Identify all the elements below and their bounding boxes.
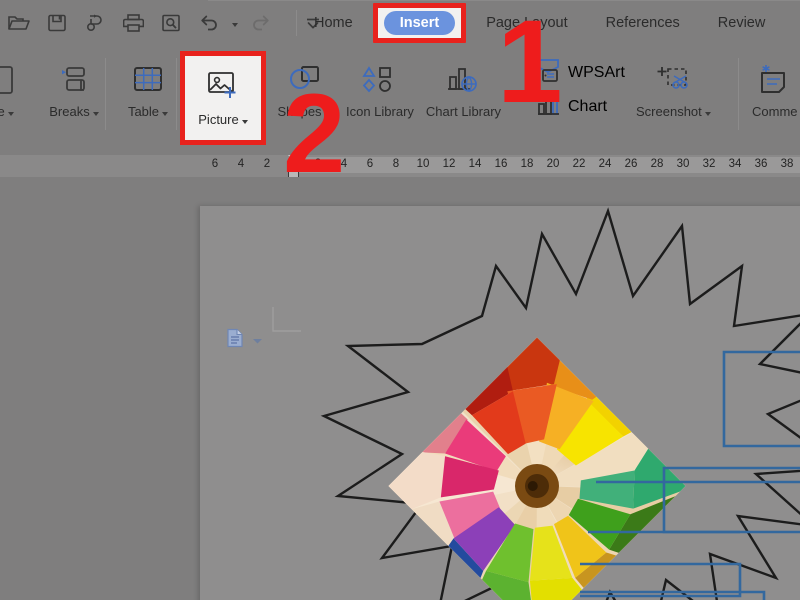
ribbon-group-screenshot: Screenshot — [630, 50, 717, 142]
redo-icon — [242, 6, 280, 40]
ruler-tick: 26 — [625, 158, 638, 170]
wps-writer-window: Home Insert Page Layout References Revie… — [0, 0, 800, 600]
chart-library-icon — [442, 58, 484, 102]
ribbon-button-screenshot[interactable]: Screenshot — [630, 50, 717, 140]
ruler-tick: 22 — [573, 158, 586, 170]
document-page[interactable] — [200, 206, 800, 600]
table-icon — [130, 58, 166, 102]
ribbon-button-comment-label: Comme — [752, 104, 798, 119]
ribbon: ge Breaks — [0, 46, 800, 147]
ruler-tick: 18 — [521, 158, 534, 170]
picture-icon — [203, 69, 243, 108]
chevron-down-icon[interactable] — [162, 112, 168, 116]
quick-access-divider — [296, 10, 297, 36]
tab-insert-label: Insert — [400, 15, 440, 31]
chevron-down-icon[interactable] — [93, 112, 99, 116]
icon-library-icon — [359, 58, 401, 102]
ribbon-button-chart-label: Chart — [568, 98, 607, 116]
ribbon-button-page-label: ge — [0, 104, 14, 119]
ribbon-group-divider-3 — [738, 58, 739, 130]
ribbon-button-wpsart-label: WPSArt — [568, 64, 625, 82]
ribbon-button-picture-label: Picture — [198, 112, 247, 127]
ribbon-button-breaks[interactable]: Breaks — [38, 50, 110, 140]
ruler-tick: 12 — [443, 158, 456, 170]
ruler-tick: 6 — [212, 158, 218, 170]
tab-home-label: Home — [314, 15, 353, 31]
ruler-tick: 28 — [651, 158, 664, 170]
blue-rectangle-shapes[interactable] — [580, 326, 800, 600]
ruler-tick: 10 — [417, 158, 430, 170]
ribbon-button-page[interactable]: ge — [0, 50, 38, 140]
ribbon-button-chart-library[interactable]: Chart Library — [420, 50, 507, 140]
save-icon[interactable] — [38, 6, 76, 40]
ruler-tick: 8 — [393, 158, 399, 170]
tab-home[interactable]: Home — [300, 0, 367, 46]
ribbon-group-divider-2 — [176, 58, 177, 130]
ruler-tick: 6 — [367, 158, 373, 170]
ruler-tick: 32 — [703, 158, 716, 170]
ribbon-group-divider-1 — [105, 58, 106, 130]
ruler-tick: 4 — [238, 158, 244, 170]
print-preview-icon[interactable] — [152, 6, 190, 40]
ruler-tick: 20 — [547, 158, 560, 170]
ruler-tick: 2 — [264, 158, 270, 170]
quick-access-toolbar — [0, 6, 332, 40]
tab-insert-highlight: Insert — [373, 3, 467, 43]
paste-document-icon — [226, 328, 245, 353]
comment-icon — [754, 58, 796, 102]
paste-options-chevron-icon[interactable] — [252, 332, 263, 350]
ruler-tick: 30 — [677, 158, 690, 170]
ribbon-button-table-label: Table — [128, 104, 168, 119]
page-icon — [0, 58, 19, 102]
ruler-tick: 14 — [469, 158, 482, 170]
blue-rectangles-outline — [580, 326, 800, 600]
tab-references[interactable]: References — [582, 0, 694, 46]
ruler-tick: 36 — [755, 158, 768, 170]
output-pdf-icon[interactable] — [76, 6, 114, 40]
ribbon-button-breaks-label: Breaks — [49, 104, 98, 119]
undo-icon[interactable] — [190, 6, 228, 40]
ruler-tick: 34 — [729, 158, 742, 170]
ribbon-button-picture-highlight: Picture — [180, 51, 266, 145]
ribbon-button-screenshot-label: Screenshot — [636, 104, 711, 119]
tab-view[interactable]: V — [779, 0, 800, 46]
ribbon-button-chart-library-label: Chart Library — [426, 104, 501, 119]
screenshot-icon — [652, 58, 694, 102]
ribbon-button-table[interactable]: Table — [112, 50, 184, 140]
ribbon-button-comment[interactable]: Comme — [746, 50, 800, 140]
annotation-step-2: 2 — [283, 78, 345, 190]
ruler-tick: 38 — [781, 158, 794, 170]
chevron-down-icon[interactable] — [242, 120, 248, 124]
print-icon[interactable] — [114, 6, 152, 40]
undo-dropdown-icon[interactable] — [228, 6, 242, 40]
ribbon-button-icon-library-label: Icon Library — [346, 104, 414, 119]
tab-review[interactable]: Review — [694, 0, 780, 46]
ribbon-group-table: Table — [112, 50, 184, 142]
document-canvas[interactable] — [0, 177, 800, 600]
annotation-step-1: 1 — [497, 3, 563, 121]
ribbon-button-icon-library[interactable]: Icon Library — [340, 50, 420, 140]
ribbon-button-picture[interactable]: Picture — [185, 56, 261, 140]
tab-references-label: References — [606, 15, 680, 31]
tab-review-label: Review — [718, 15, 766, 31]
title-tab-bar: Home Insert Page Layout References Revie… — [0, 0, 800, 46]
ribbon-group-comment: Comme — [746, 50, 800, 142]
ribbon-group-pages: ge Breaks — [0, 50, 110, 142]
horizontal-ruler[interactable]: 6 4 2 2 4 6 8 10 12 14 16 18 20 22 24 26… — [0, 155, 800, 177]
ruler-track: 6 4 2 2 4 6 8 10 12 14 16 18 20 22 24 26… — [0, 155, 800, 177]
ruler-tick: 16 — [495, 158, 508, 170]
chevron-down-icon[interactable] — [8, 112, 14, 116]
chevron-down-icon[interactable] — [705, 112, 711, 116]
open-icon[interactable] — [0, 6, 38, 40]
paste-options-button[interactable] — [226, 328, 263, 353]
breaks-icon — [56, 58, 92, 102]
tab-insert[interactable]: Insert — [384, 11, 456, 35]
ruler-tick: 24 — [599, 158, 612, 170]
